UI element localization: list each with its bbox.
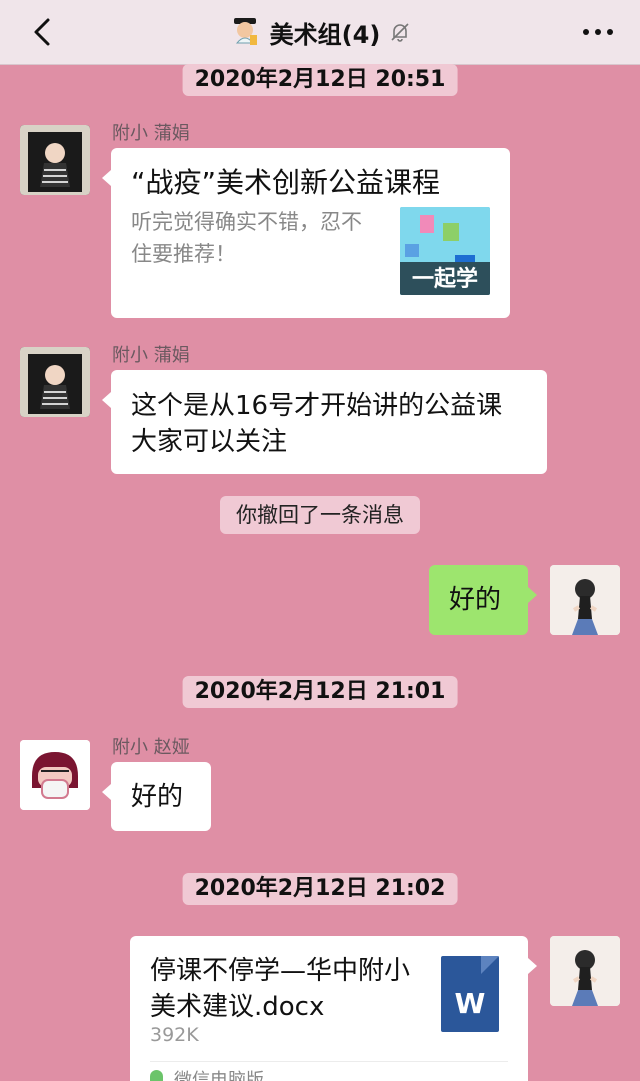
self-avatar[interactable] bbox=[550, 936, 620, 1006]
file-size: 392K bbox=[150, 1024, 199, 1046]
timestamp: 2020年2月12日 21:01 bbox=[182, 676, 458, 708]
message-bubble[interactable]: 好的 bbox=[102, 762, 211, 831]
link-card[interactable]: “战疫”美术创新公益课程 听完觉得确实不错，忍不住要推荐！ 一起学 bbox=[102, 148, 510, 318]
link-title: “战疫”美术创新公益课程 bbox=[131, 166, 441, 199]
link-thumbnail: 一起学 bbox=[400, 207, 490, 295]
timestamp: 2020年2月12日 21:02 bbox=[182, 873, 458, 905]
wechat-pc-dot bbox=[150, 1070, 163, 1081]
more-options-icon[interactable] bbox=[578, 14, 618, 50]
girl-avatar-icon bbox=[550, 565, 620, 635]
masked-girl-avatar-icon bbox=[20, 740, 90, 810]
sender-name: 附小 蒲娟 bbox=[112, 345, 190, 366]
page-title: 美术组(4) bbox=[269, 20, 381, 49]
message-text: 好的 bbox=[131, 782, 184, 812]
self-avatar[interactable] bbox=[550, 565, 620, 635]
teacher-emoji-icon bbox=[233, 18, 257, 45]
message-text: 这个是从16号才开始讲的公益课 大家可以关注 bbox=[131, 391, 503, 457]
file-message-card[interactable]: 停课不停学—华中附小美术建议.docx 392K W 微信电脑版 bbox=[130, 936, 537, 1081]
woman-avatar-icon bbox=[20, 347, 90, 417]
mute-bell-icon bbox=[391, 23, 409, 42]
woman-avatar-icon bbox=[20, 125, 90, 195]
girl-avatar-icon bbox=[550, 936, 620, 1006]
message-text: 好的 bbox=[449, 585, 502, 615]
file-corner-icon bbox=[481, 956, 499, 974]
header-title-group: 美术组(4) bbox=[0, 0, 640, 64]
sender-name: 附小 蒲娟 bbox=[112, 123, 190, 144]
avatar[interactable] bbox=[20, 125, 90, 195]
timestamp: 2020年2月12日 20:51 bbox=[182, 64, 458, 96]
chat-header: 美术组(4) bbox=[0, 0, 640, 65]
thumbnail-text: 一起学 bbox=[411, 267, 478, 292]
file-source: 微信电脑版 bbox=[174, 1070, 264, 1081]
recall-notice: 你撤回了一条消息 bbox=[220, 496, 420, 534]
link-description: 听完觉得确实不错，忍不住要推荐！ bbox=[131, 210, 362, 266]
word-letter: W bbox=[454, 987, 486, 1020]
word-file-icon: W bbox=[441, 956, 499, 1032]
message-bubble[interactable]: 这个是从16号才开始讲的公益课 大家可以关注 bbox=[102, 370, 547, 474]
file-name: 停课不停学—华中附小美术建议.docx bbox=[150, 956, 411, 1022]
file-divider bbox=[150, 1061, 508, 1062]
avatar[interactable] bbox=[20, 740, 90, 810]
avatar[interactable] bbox=[20, 347, 90, 417]
self-message-bubble[interactable]: 好的 bbox=[429, 565, 537, 635]
sender-name: 附小 赵娅 bbox=[112, 737, 190, 758]
